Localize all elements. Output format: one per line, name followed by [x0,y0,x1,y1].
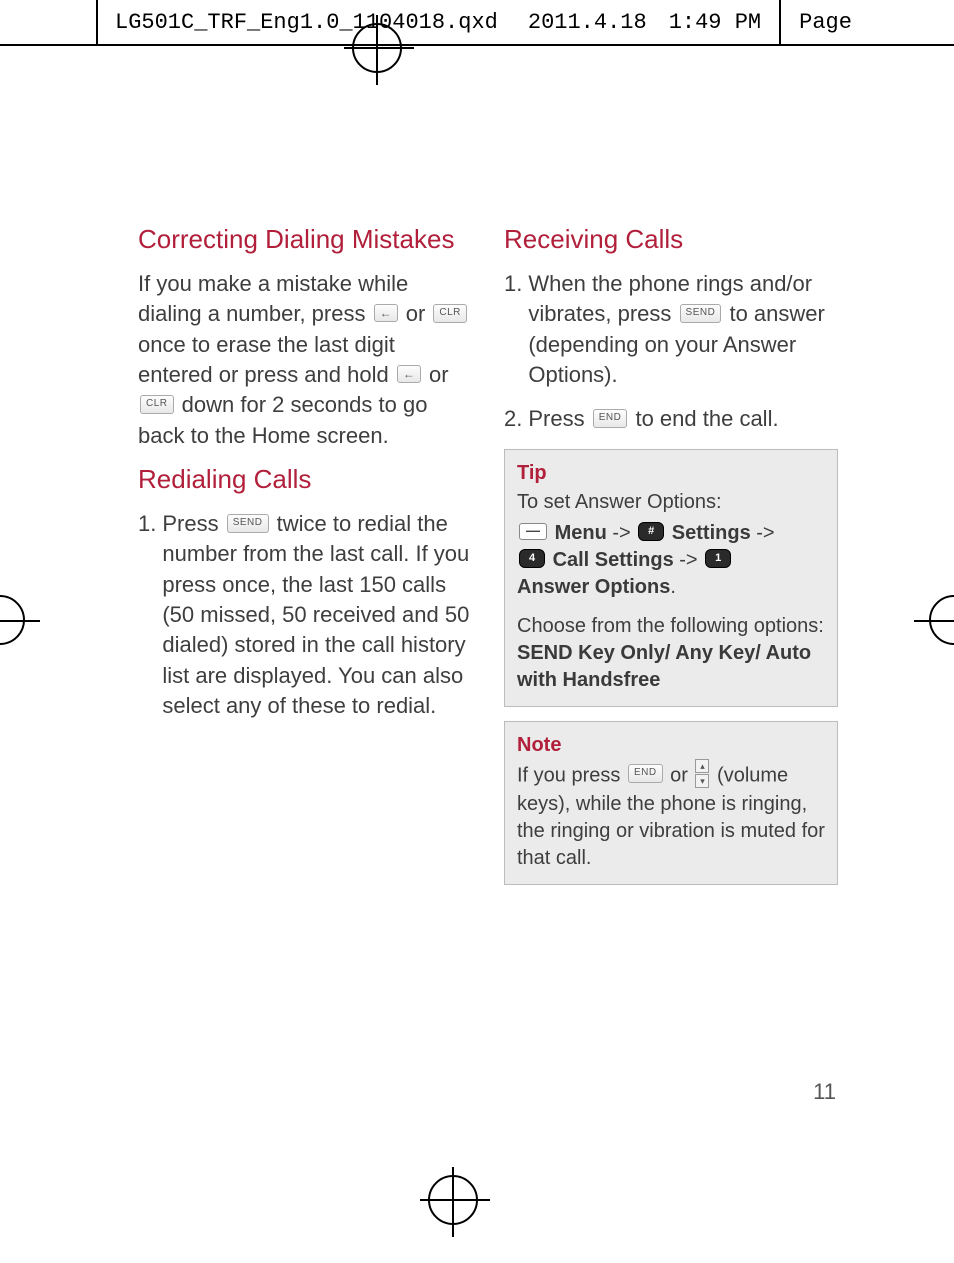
text: or [429,362,449,387]
nav-call-settings: Call Settings [553,549,674,571]
text: Press [162,511,224,536]
hash-key-icon: # [638,522,664,541]
tip-options: SEND Key Only/ Any Key/ Auto with Handsf… [517,642,811,691]
note-box: Note If you press END or ▴ ▾ (volume key… [504,721,838,885]
text: once to erase the last digit entered or … [138,332,395,387]
clr-key-icon: CLR [140,395,174,414]
registration-mark-right [914,595,954,647]
step-number: 1. [138,509,156,722]
crop-page-label: Page [799,10,852,35]
page-number: 11 [813,1079,836,1105]
crop-filename: LG501C_TRF_Eng1.0_1104018.qxd [115,10,498,35]
tip-label: Tip [517,460,825,487]
crop-time: 1:49 PM [669,10,761,35]
clr-key-icon: CLR [433,304,467,323]
back-key-icon [374,304,398,322]
registration-mark-left [0,595,40,647]
tip-choose: Choose from the following options: [517,615,824,637]
arrow: -> [674,549,703,571]
text: to end the call. [635,406,778,431]
text: If you make a mistake while dialing a nu… [138,271,408,326]
list-item: 1. Press SEND twice to redial the number… [138,509,472,722]
redial-steps: 1. Press SEND twice to redial the number… [138,509,472,722]
arrow: -> [751,522,775,544]
soft-key-icon: — [519,523,547,540]
step-text: Press END to end the call. [528,404,838,434]
step-number: 1. [504,269,522,390]
volume-keys-icon: ▴ ▾ [695,759,709,789]
para-correcting: If you make a mistake while dialing a nu… [138,269,472,451]
step-number: 2. [504,404,522,434]
volume-down-icon: ▾ [695,774,709,788]
list-item: 1. When the phone rings and/or vibrates,… [504,269,838,390]
tip-intro: To set Answer Options: [517,491,722,513]
nav-settings: Settings [672,522,751,544]
text: down for 2 seconds to go back to the Hom… [138,392,427,447]
page-content: Correcting Dialing Mistakes If you make … [138,225,838,885]
nav-menu: Menu [555,522,607,544]
send-key-icon: SEND [227,514,269,533]
heading-redialing: Redialing Calls [138,465,472,495]
column-right: Receiving Calls 1. When the phone rings … [504,225,838,885]
send-key-icon: SEND [680,304,722,323]
back-key-icon [397,365,421,383]
end-key-icon: END [593,409,628,428]
list-item: 2. Press END to end the call. [504,404,838,434]
tip-navigation: — Menu -> # Settings -> 4 Call Settings … [517,520,825,601]
step-text: Press SEND twice to redial the number fr… [162,509,472,722]
registration-mark-top [352,23,402,73]
heading-receiving: Receiving Calls [504,225,838,255]
nav-answer-options: Answer Options [517,576,670,598]
tip-box: Tip To set Answer Options: — Menu -> # S… [504,449,838,707]
end-key-icon: END [628,764,663,783]
text: or [406,301,432,326]
volume-up-icon: ▴ [695,759,709,773]
heading-correcting-mistakes: Correcting Dialing Mistakes [138,225,472,255]
text: twice to redial the number from the last… [162,511,469,718]
four-key-icon: 4 [519,549,545,568]
crop-header: LG501C_TRF_Eng1.0_1104018.qxd 2011.4.18 … [0,0,954,46]
arrow: -> [607,522,636,544]
crop-date: 2011.4.18 [528,10,647,35]
one-key-icon: 1 [705,549,731,568]
text: . [670,576,676,598]
registration-mark-bottom [428,1175,478,1225]
step-text: When the phone rings and/or vibrates, pr… [528,269,838,390]
column-left: Correcting Dialing Mistakes If you make … [138,225,472,885]
text: Press [528,406,590,431]
receive-steps: 1. When the phone rings and/or vibrates,… [504,269,838,435]
text: or [670,764,693,786]
note-label: Note [517,732,825,759]
text: If you press [517,764,626,786]
